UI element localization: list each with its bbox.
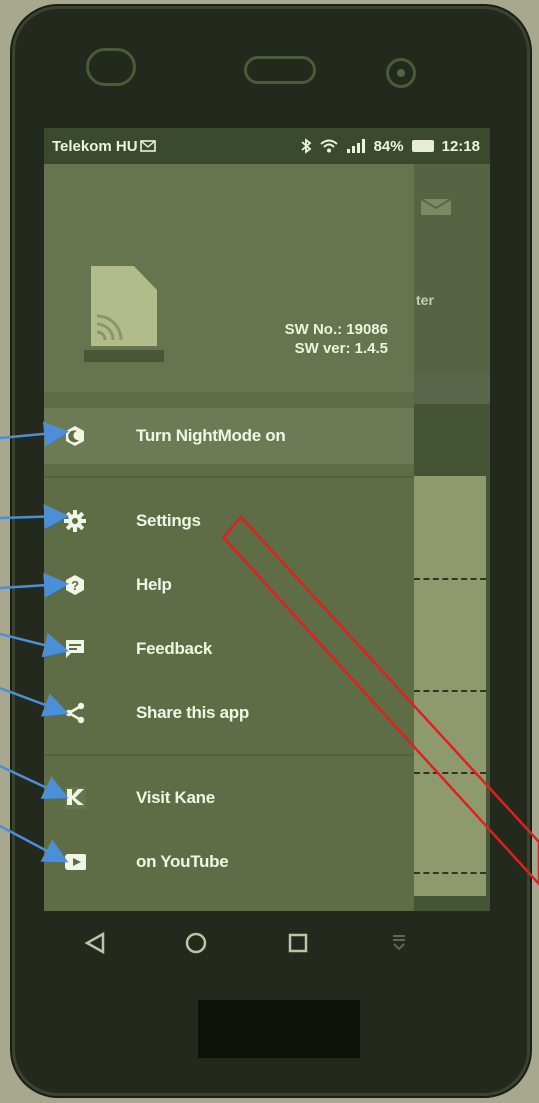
background-app: ter (414, 164, 490, 911)
clock: 12:18 (441, 137, 480, 155)
menu-item-label: Visit Kane (136, 788, 215, 807)
software-number: SW No.: 19086 (284, 321, 388, 338)
software-info: SW No.: 19086 SW ver: 1.4.5 (285, 320, 388, 358)
mail-icon (420, 198, 452, 215)
battery-percent: 84% (373, 137, 404, 155)
menu-item-feedback[interactable]: Feedback (44, 621, 414, 677)
phone-bottom-redaction (198, 1000, 360, 1058)
feedback-icon (64, 638, 86, 660)
carrier-name: Telekom HU (52, 137, 138, 155)
menu-item-night-mode[interactable]: Turn NightMode on (44, 408, 414, 464)
back-button[interactable] (80, 928, 110, 958)
front-camera (386, 58, 416, 88)
night-mode-icon (64, 425, 86, 447)
menu-item-label: Share this app (136, 703, 249, 722)
pull-down-icon (393, 935, 406, 951)
status-bar: Telekom HU 84% 12:18 (44, 128, 490, 164)
sd-card-logo-icon (91, 266, 157, 346)
android-navigation-bar (44, 911, 490, 975)
kane-logo-icon (64, 787, 86, 809)
menu-item-visit-kane[interactable]: Visit Kane (44, 770, 414, 826)
recents-button[interactable] (283, 928, 313, 958)
menu-item-youtube[interactable]: on YouTube (44, 834, 414, 890)
earpiece-speaker (244, 56, 316, 84)
navigation-drawer: SW No.: 19086 SW ver: 1.4.5 Turn NightMo… (44, 164, 414, 911)
menu-item-settings[interactable]: Settings (44, 493, 414, 549)
envelope-notification-icon (139, 140, 156, 152)
help-icon: ? (64, 574, 86, 596)
battery-icon (411, 140, 434, 152)
background-app-receipt (414, 476, 486, 896)
menu-item-label: Turn NightMode on (136, 426, 286, 445)
bluetooth-icon (301, 138, 312, 154)
background-app-label: ter (416, 292, 434, 308)
proximity-sensor (86, 48, 136, 86)
background-app-header: ter (414, 164, 490, 372)
drawer-header: SW No.: 19086 SW ver: 1.4.5 (44, 164, 414, 392)
software-version: SW ver: 1.4.5 (294, 340, 388, 357)
home-button[interactable] (181, 928, 211, 958)
menu-item-label: Feedback (136, 639, 213, 658)
gear-icon (64, 510, 86, 532)
svg-text:?: ? (71, 578, 79, 593)
home-circle-icon (186, 932, 207, 954)
menu-item-label: on YouTube (136, 852, 229, 871)
signal-icon (346, 139, 365, 153)
menu-item-help[interactable]: ? Help (44, 557, 414, 613)
phone-screen: ter Telekom HU 84% 12:18 SW No.: 19086 S… (44, 128, 490, 911)
back-triangle-icon (84, 931, 104, 955)
youtube-icon (64, 851, 86, 873)
notification-pull-button[interactable] (384, 928, 414, 958)
share-icon (64, 702, 86, 724)
background-app-field (414, 372, 490, 404)
menu-item-label: Settings (136, 511, 201, 530)
recents-square-icon (288, 933, 307, 953)
menu-item-share[interactable]: Share this app (44, 685, 414, 741)
menu-item-label: Help (136, 575, 172, 594)
wifi-icon (319, 139, 338, 153)
